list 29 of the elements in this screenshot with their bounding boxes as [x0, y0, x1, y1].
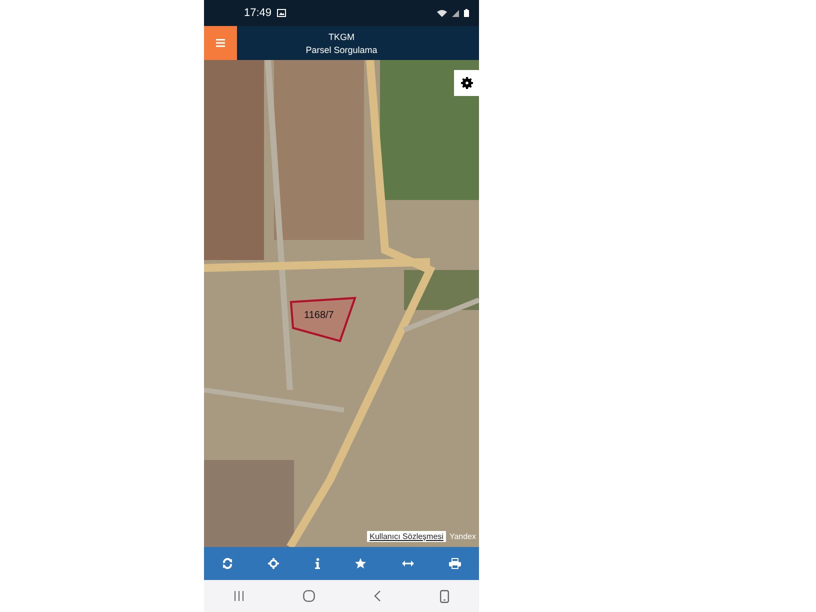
parcel-label: 1168/7: [304, 310, 334, 321]
home-button[interactable]: [300, 588, 317, 604]
app-title: TKGM: [328, 32, 354, 42]
settings-button[interactable]: [454, 70, 479, 96]
phone-icon: [440, 590, 450, 602]
wifi-icon: [437, 9, 447, 17]
rotate-button[interactable]: [438, 588, 452, 604]
star-icon: [355, 558, 366, 569]
battery-icon: [464, 9, 469, 17]
back-icon: [374, 590, 382, 602]
app-subtitle: Parsel Sorgulama: [306, 44, 378, 54]
parcel-outline[interactable]: [290, 296, 356, 342]
crosshair-icon: [268, 558, 280, 569]
printer-icon: [449, 558, 462, 569]
image-icon: [276, 9, 286, 17]
status-time: 17:49: [244, 7, 272, 19]
map-provider-label: Yandex: [449, 532, 476, 541]
recent-apps-icon: [234, 591, 244, 601]
menu-icon: [216, 39, 225, 47]
recent-apps-button[interactable]: [232, 589, 246, 603]
refresh-icon: [222, 558, 233, 569]
double-arrow-icon: [402, 560, 414, 567]
signal-icon: [452, 10, 459, 16]
info-icon: [314, 558, 320, 569]
menu-button[interactable]: [204, 26, 237, 60]
back-button[interactable]: [372, 588, 384, 604]
settings-icon: [460, 77, 472, 89]
user-agreement-link[interactable]: Kullanıcı Sözleşmesi: [366, 531, 446, 542]
home-icon: [302, 590, 315, 602]
